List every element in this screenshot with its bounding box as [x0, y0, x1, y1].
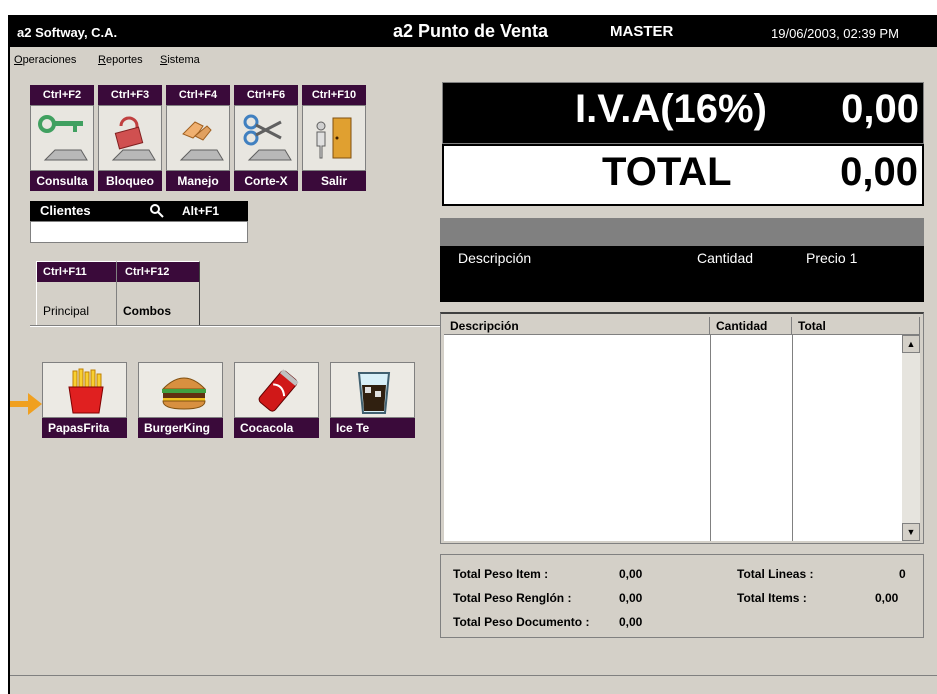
clientes-title: Clientes	[40, 203, 91, 218]
manejo-button[interactable]: Ctrl+F4 Manejo	[166, 85, 230, 191]
tab-strip: Ctrl+F11 Principal Ctrl+F12 Combos	[36, 261, 200, 325]
scroll-down-icon[interactable]: ▼	[902, 523, 920, 541]
product-ice-te[interactable]: Ice Te	[330, 362, 415, 440]
total-value: 0,00	[840, 150, 918, 194]
status-bar	[10, 675, 937, 676]
clientes-panel: Clientes Alt+F1	[30, 201, 248, 245]
total-display: TOTAL 0,00	[442, 144, 924, 206]
lineas-label: Total Lineas :	[737, 567, 814, 581]
clientes-shortcut: Alt+F1	[182, 204, 220, 218]
iva-display: I.V.A(16%) 0,00	[442, 82, 924, 144]
key-icon	[38, 115, 88, 161]
company-name: a2 Softway, C.A.	[17, 25, 118, 40]
salir-button[interactable]: Ctrl+F10 Salir	[302, 85, 366, 191]
vertical-scrollbar[interactable]: ▲ ▼	[902, 335, 920, 541]
shortcut-label: Ctrl+F6	[234, 85, 298, 105]
items-value: 0,00	[875, 591, 899, 605]
french-fries-icon	[68, 368, 104, 414]
soda-can-icon	[258, 369, 299, 412]
iva-value: 0,00	[841, 87, 919, 131]
info-descripcion: Descripción	[458, 250, 532, 266]
app-title: a2 Punto de Venta	[393, 21, 549, 41]
col-total[interactable]: Total	[792, 317, 920, 335]
bloqueo-button[interactable]: Ctrl+F3 Bloqueo	[98, 85, 162, 191]
item-info-bar: Descripción Cantidad Precio 1	[440, 218, 924, 302]
pos-window: a2 Softway, C.A. a2 Punto de Venta MASTE…	[8, 15, 937, 694]
peso-item-value: 0,00	[619, 567, 643, 581]
tab-shortcut: Ctrl+F11	[37, 262, 116, 282]
peso-documento-value: 0,00	[619, 615, 643, 629]
tab-panel-border	[30, 325, 440, 327]
peso-documento-label: Total Peso Documento :	[453, 615, 590, 629]
shortcut-label: Ctrl+F4	[166, 85, 230, 105]
col-cantidad[interactable]: Cantidad	[710, 317, 792, 335]
product-label: PapasFrita	[42, 418, 127, 438]
consulta-button[interactable]: Ctrl+F2 Consulta	[30, 85, 94, 191]
button-label: Salir	[302, 171, 366, 191]
lock-icon	[111, 116, 156, 161]
items-label: Total Items :	[737, 591, 807, 605]
button-label: Manejo	[166, 171, 230, 191]
product-label: Cocacola	[234, 418, 319, 438]
peso-renglon-value: 0,00	[619, 591, 643, 605]
burger-icon	[161, 377, 207, 410]
menu-bar: Operaciones Reportes Sistema	[10, 51, 937, 69]
product-burgerking[interactable]: BurgerKing	[138, 362, 223, 440]
menu-reportes[interactable]: Reportes	[98, 54, 143, 66]
arrow-pointer-icon	[10, 393, 42, 415]
scissors-icon	[243, 114, 292, 161]
tab-combos[interactable]: Ctrl+F12 Combos	[116, 261, 200, 325]
user-name: MASTER	[610, 23, 674, 40]
button-label: Consulta	[30, 171, 94, 191]
product-label: Ice Te	[330, 418, 415, 438]
tab-label: Principal	[43, 304, 90, 318]
button-label: Corte-X	[234, 171, 298, 191]
clientes-input[interactable]	[30, 221, 248, 243]
col-descripcion[interactable]: Descripción	[444, 317, 710, 335]
product-papasfrita[interactable]: PapasFrita	[42, 362, 127, 440]
hand-icon	[179, 121, 224, 161]
items-grid[interactable]: Descripción Cantidad Total ▲ ▼	[440, 312, 924, 544]
menu-sistema[interactable]: Sistema	[160, 54, 200, 66]
search-icon[interactable]	[149, 203, 165, 219]
menu-operaciones[interactable]: Operaciones	[14, 54, 76, 66]
totals-panel: Total Peso Item : 0,00 Total Peso Rengló…	[440, 554, 924, 638]
button-label: Bloqueo	[98, 171, 162, 191]
product-label: BurgerKing	[138, 418, 223, 438]
iced-drink-icon	[357, 372, 391, 414]
title-bar: a2 Softway, C.A. a2 Punto de Venta MASTE…	[10, 17, 937, 47]
shortcut-label: Ctrl+F3	[98, 85, 162, 105]
shortcut-label: Ctrl+F2	[30, 85, 94, 105]
exit-door-icon	[316, 117, 352, 159]
info-precio: Precio 1	[806, 250, 858, 266]
column-divider	[710, 335, 793, 541]
peso-renglon-label: Total Peso Renglón :	[453, 591, 572, 605]
total-label: TOTAL	[602, 150, 732, 194]
tab-shortcut: Ctrl+F12	[117, 262, 199, 282]
iva-label: I.V.A(16%)	[575, 87, 767, 131]
info-cantidad: Cantidad	[697, 250, 754, 266]
product-cocacola[interactable]: Cocacola	[234, 362, 319, 440]
tab-label: Combos	[123, 304, 171, 318]
datetime: 19/06/2003, 02:39 PM	[771, 26, 899, 41]
peso-item-label: Total Peso Item :	[453, 567, 549, 581]
corte-x-button[interactable]: Ctrl+F6 Corte-X	[234, 85, 298, 191]
lineas-value: 0	[899, 567, 906, 581]
scroll-up-icon[interactable]: ▲	[902, 335, 920, 353]
shortcut-label: Ctrl+F10	[302, 85, 366, 105]
column-divider	[444, 335, 711, 541]
tab-principal[interactable]: Ctrl+F11 Principal	[36, 261, 116, 325]
